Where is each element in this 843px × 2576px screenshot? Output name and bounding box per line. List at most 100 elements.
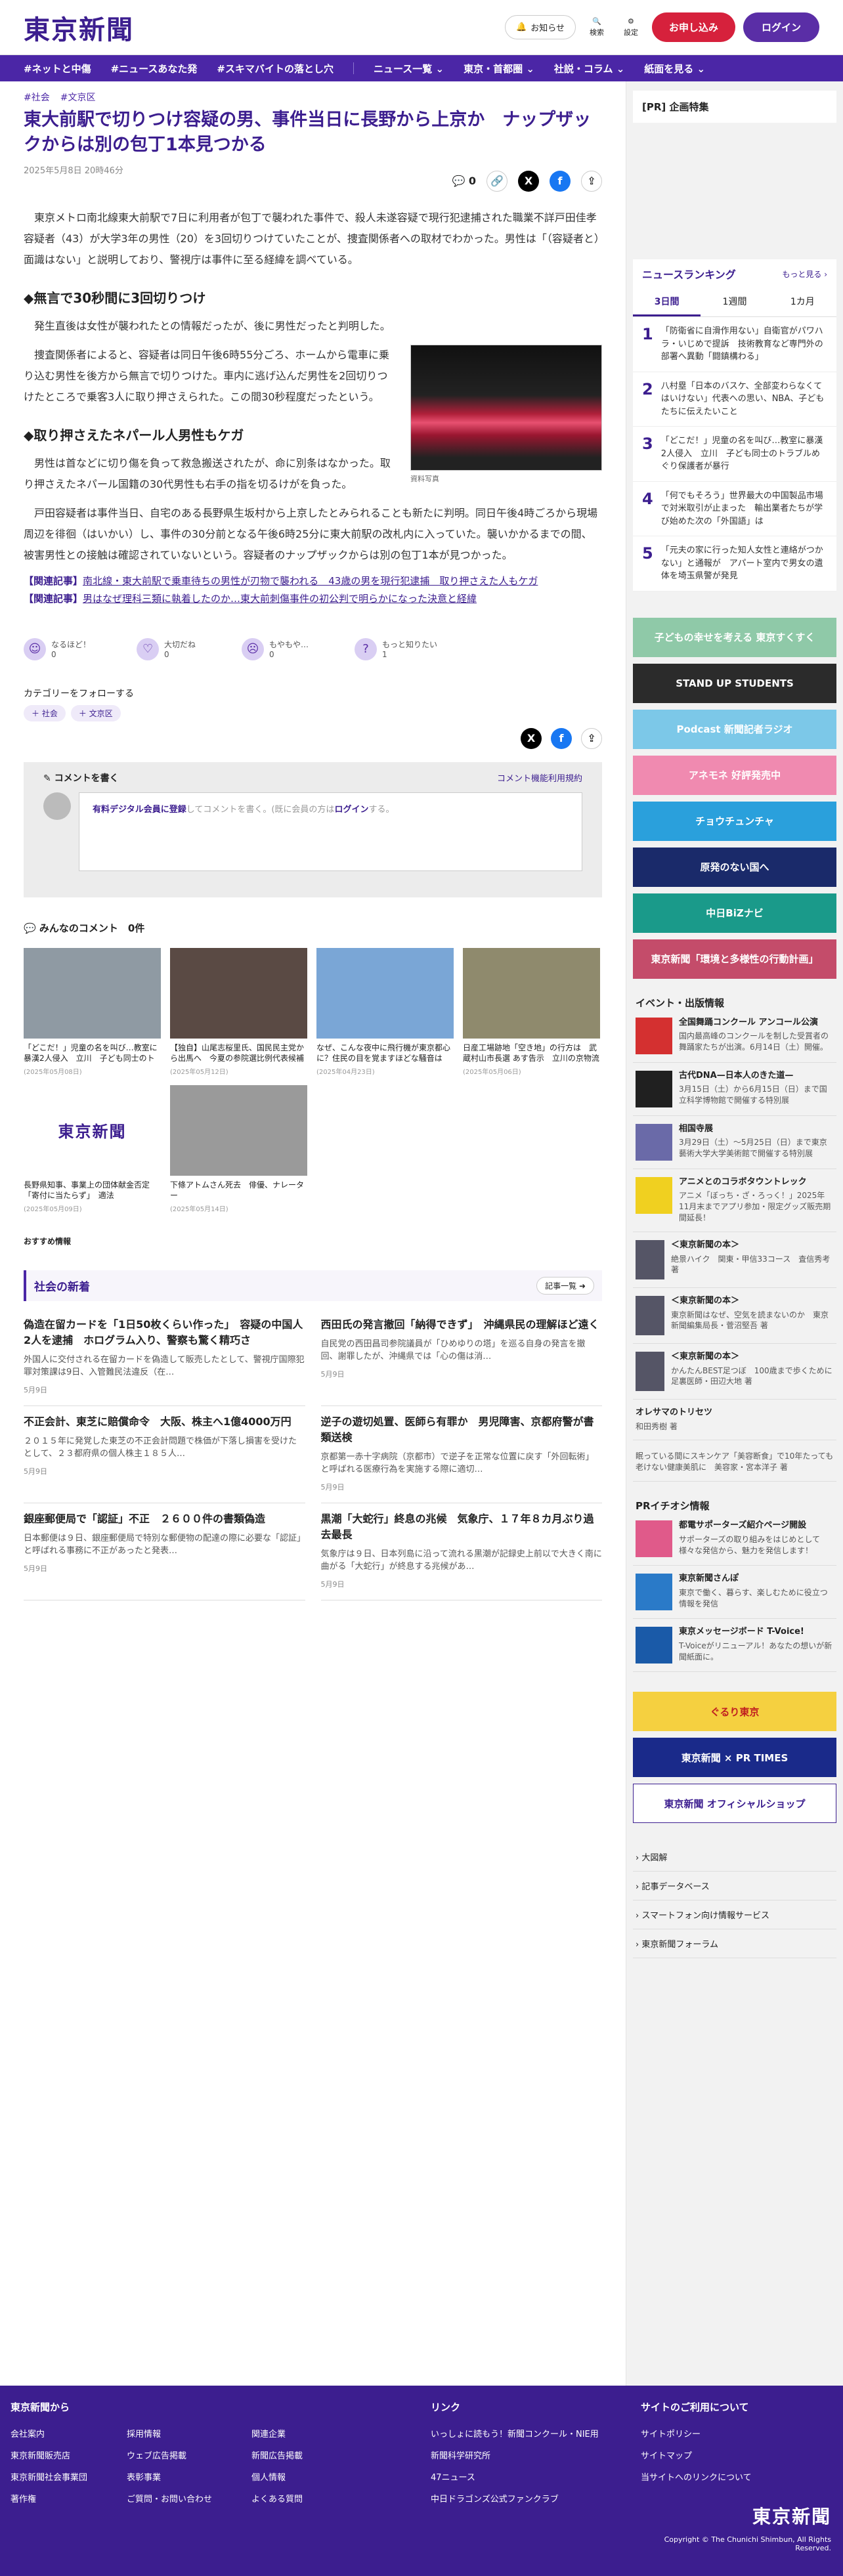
- sidebar-banner[interactable]: チョウチュンチャ: [633, 801, 836, 841]
- book-title[interactable]: 絶景ハイク 関東・甲信33コース 査信秀考 著: [671, 1254, 834, 1276]
- facebook-share-icon[interactable]: f: [551, 727, 572, 749]
- footer-link[interactable]: 表彰事業: [127, 2470, 212, 2483]
- card-title[interactable]: 長野県知事、事業上の団体献金否定「寄付に当たらず」 適法: [24, 1180, 161, 1202]
- footer-link[interactable]: ご質問・お問い合わせ: [127, 2492, 212, 2504]
- comment-terms-link[interactable]: コメント機能利用規約: [497, 771, 582, 784]
- footer-link[interactable]: 東京新聞販売店: [11, 2449, 87, 2461]
- link-icon[interactable]: 🔗: [486, 170, 508, 192]
- rank-title[interactable]: 「防衛省に自滑作用ない」自衛官がパワハラ・いじめで提訴 技術教育など専門外の部署…: [661, 325, 827, 364]
- book-title[interactable]: かんたんBEST足つぼ 100歳まで歩くために 足裏医師・田辺大地 著: [671, 1365, 840, 1388]
- nav-item[interactable]: 社説・コラム ⌄: [554, 62, 624, 75]
- card-image[interactable]: [24, 947, 161, 1039]
- news-list-button[interactable]: 記事一覧 ➜: [536, 1276, 594, 1295]
- related-link[interactable]: 男はなぜ理科三類に執着したのか…東大前刺傷事件の初公判で明らかになった決意と経緯: [83, 593, 477, 605]
- footer-link[interactable]: 著作権: [11, 2492, 87, 2504]
- related-link[interactable]: 南北線・東大前駅で乗車待ちの男性が刃物で襲われる 43歳の男を現行犯逮捕 取り押…: [83, 575, 538, 587]
- card-title[interactable]: なぜ、こんな夜中に飛行機が東京都心に？住民の目を覚ますほどな騒音は「やむを得ず……: [316, 1042, 454, 1065]
- footer-link[interactable]: 中日ドラゴンズ公式ファンクラブ: [431, 2492, 641, 2504]
- follow-chip-bunkyo[interactable]: ＋ 文京区: [70, 704, 121, 721]
- reaction-taisetsu[interactable]: ♡ 大切だね 0: [137, 637, 196, 660]
- ranking-more-link[interactable]: もっと見る ›: [782, 268, 827, 280]
- sidebar-link[interactable]: › 記事データベース: [633, 1872, 836, 1901]
- card-title[interactable]: 【独自】山尾志桜里氏、国民民主党から出馬へ 今夏の参院選比例代表候補に 「政策的…: [170, 1042, 307, 1065]
- news-headline[interactable]: 黒潮「大蛇行」終息の兆候 気象庁、１７年８カ月ぶり過去最長: [321, 1511, 603, 1543]
- news-headline[interactable]: 偽造在留カードを「1日50枚くらい作った」 容疑の中国人2人を逮捕 ホログラム入…: [24, 1317, 305, 1348]
- book-item[interactable]: 眠っている間にスキンケア「美容断食」で10年たっても老けない健康美肌に 美容家・…: [633, 1440, 836, 1482]
- sidebar-banner[interactable]: 子どもの幸せを考える 東京すくすく: [633, 617, 836, 657]
- photo-card[interactable]: 下條アトムさん死去 俳優、ナレーター (2025年05月14日): [170, 1084, 307, 1213]
- rank-title[interactable]: 「どこだ！」児童の名を叫び…教室に暴漢2人侵入 立川 子ども同士のトラブルめぐり…: [661, 435, 827, 473]
- ranking-item[interactable]: 5 「元夫の家に行った知人女性と連絡がつかない」と通報が アパート室内で男女の遺体…: [633, 536, 836, 591]
- tab-1month[interactable]: 1カ月: [769, 288, 836, 316]
- tag-link[interactable]: #社会: [24, 91, 50, 104]
- photo-card[interactable]: 「どこだ！」児童の名を叫び…教室に暴漢2人侵入 立川 子ども同士のトラブルめぐり…: [24, 947, 161, 1076]
- footer-link[interactable]: 47ニュース: [431, 2470, 641, 2483]
- footer-link[interactable]: ウェブ広告掲載: [127, 2449, 212, 2461]
- event-title[interactable]: アニメとのコラボタウントレック: [679, 1177, 834, 1188]
- card-image[interactable]: [170, 947, 307, 1039]
- news-item[interactable]: 偽造在留カードを「1日50枚くらい作った」 容疑の中国人2人を逮捕 ホログラム入…: [24, 1309, 305, 1406]
- photo-card[interactable]: 東京新聞 長野県知事、事業上の団体献金否定「寄付に当たらず」 適法 (2025年05…: [24, 1084, 161, 1213]
- pr-item[interactable]: 東京新聞さんぽ 東京で働く、暮らす、楽しむために役立つ情報を発信: [633, 1566, 836, 1620]
- sidebar-banner[interactable]: アネモネ 好評発売中: [633, 755, 836, 795]
- rank-title[interactable]: 「何でもそろう」世界最大の中国製品市場で対米取引が止まった 輸出業者たちが学び始…: [661, 490, 827, 528]
- footer-link[interactable]: 会社案内: [11, 2427, 87, 2439]
- event-item[interactable]: 相国寺展 3月29日（土）〜5月25日（日）まで東京藝術大学大学美術館で開催する特…: [633, 1116, 836, 1169]
- footer-link[interactable]: 当サイトへのリンクについて: [641, 2470, 831, 2483]
- pr-title[interactable]: 都電サポーターズ紹介ページ開設: [679, 1520, 834, 1532]
- event-title[interactable]: 相国寺展: [679, 1124, 834, 1135]
- sidebar-banner[interactable]: Podcast 新聞記者ラジオ: [633, 709, 836, 749]
- settings-button[interactable]: ⚙ 設定: [618, 17, 644, 37]
- card-image[interactable]: [316, 947, 454, 1039]
- news-item[interactable]: 黒潮「大蛇行」終息の兆候 気象庁、１７年８カ月ぶり過去最長 気象庁は９日、日本列島…: [320, 1503, 603, 1600]
- x-share-icon[interactable]: X: [521, 727, 542, 749]
- footer-link[interactable]: 個人情報: [251, 2470, 303, 2483]
- tab-1week[interactable]: 1週間: [701, 288, 768, 316]
- footer-link[interactable]: 新聞科学研究所: [431, 2449, 641, 2461]
- photo-card[interactable]: 日産工場跡地「空き地」の行方は 武蔵村山市長選 あす告示 立川の京物流大人が所有…: [463, 947, 600, 1076]
- rank-title[interactable]: 八村塁「日本のバスケ、全部変わらなくてはいけない」代表への思い、NBA、子どもた…: [661, 380, 827, 419]
- nav-item[interactable]: ニュース一覧 ⌄: [374, 62, 444, 75]
- news-headline[interactable]: 不正会計、東芝に賠償命令 大阪、株主へ1億4000万円: [24, 1414, 305, 1430]
- pr-item[interactable]: 都電サポーターズ紹介ページ開設 サポーターズの取り組みをはじめとして様々な発信から…: [633, 1513, 836, 1566]
- news-headline[interactable]: 西田氏の発言撤回「納得できず」 沖縄県民の理解ほど遠く: [321, 1317, 603, 1333]
- site-logo[interactable]: 東京新聞: [24, 9, 134, 47]
- news-item[interactable]: 西田氏の発言撤回「納得できず」 沖縄県民の理解ほど遠く 自民党の西田昌司参院議員が…: [320, 1309, 603, 1406]
- apply-button[interactable]: お申し込み: [651, 12, 735, 42]
- nav-item[interactable]: 東京・首都圏 ⌄: [464, 62, 534, 75]
- nav-item[interactable]: #スキマバイトの落とし穴: [217, 62, 334, 75]
- pr-item[interactable]: 東京メッセージボード T-Voice! T-Voiceがリニューアル！あなたの想い…: [633, 1619, 836, 1673]
- sidebar-banner[interactable]: 東京新聞「環境と多様性の行動計画」: [633, 939, 836, 979]
- comment-count[interactable]: 💬 0: [452, 175, 476, 187]
- book-item[interactable]: オレサマのトリセツ 和田秀樹 著: [633, 1400, 836, 1441]
- book-title[interactable]: 東京新聞はなぜ、空気を読まないのか 東京新聞編集局長・菅沼堅吾 著: [671, 1310, 834, 1332]
- facebook-share-icon[interactable]: f: [550, 170, 571, 192]
- card-title[interactable]: 「どこだ！」児童の名を叫び…教室に暴漢2人侵入 立川 子ども同士のトラブルめぐり…: [24, 1042, 161, 1065]
- x-share-icon[interactable]: X: [518, 170, 539, 192]
- tab-3days[interactable]: 3日間: [633, 288, 701, 316]
- footer-link[interactable]: サイトマップ: [641, 2449, 831, 2461]
- footer-link[interactable]: 採用情報: [127, 2427, 212, 2439]
- book-item[interactable]: ＜東京新聞の本＞ かんたんBEST足つぼ 100歳まで歩くために 足裏医師・田辺大…: [633, 1344, 840, 1400]
- follow-chip-society[interactable]: ＋ 社会: [24, 704, 66, 721]
- pr-title[interactable]: 東京新聞さんぽ: [679, 1574, 834, 1585]
- card-title[interactable]: 日産工場跡地「空き地」の行方は 武蔵村山市長選 あす告示 立川の京物流大人が所有…: [463, 1042, 600, 1065]
- card-image[interactable]: [170, 1084, 307, 1176]
- notice-button[interactable]: 🔔 お知らせ: [505, 15, 576, 39]
- pr-title[interactable]: 東京メッセージボード T-Voice!: [679, 1627, 834, 1638]
- ranking-item[interactable]: 3 「どこだ！」児童の名を叫び…教室に暴漢2人侵入 立川 子ども同士のトラブルめぐ…: [633, 427, 836, 482]
- share-icon[interactable]: ⇪: [581, 170, 602, 192]
- card-title[interactable]: 下條アトムさん死去 俳優、ナレーター: [170, 1180, 307, 1202]
- footer-link[interactable]: 新聞広告掲載: [251, 2449, 303, 2461]
- sidebar-banner[interactable]: 東京新聞 オフィシャルショップ: [633, 1784, 836, 1824]
- event-item[interactable]: アニメとのコラボタウントレック アニメ「ぼっち・ざ・ろっく！」2025年11月末ま…: [633, 1169, 836, 1232]
- news-headline[interactable]: 逆子の遊切処置、医師ら有罪か 男児障害、京都府警が書類送検: [321, 1414, 603, 1446]
- rank-title[interactable]: 「元夫の家に行った知人女性と連絡がつかない」と通報が アパート室内で男女の遺体を…: [661, 544, 827, 583]
- book-item[interactable]: ＜東京新聞の本＞ 東京新聞はなぜ、空気を読まないのか 東京新聞編集局長・菅沼堅吾 …: [633, 1288, 836, 1344]
- sidebar-banner[interactable]: 中日BiZナビ: [633, 893, 836, 933]
- news-item[interactable]: 逆子の遊切処置、医師ら有罪か 男児障害、京都府警が書類送検 京都第一赤十字病院（京…: [320, 1406, 603, 1503]
- ranking-item[interactable]: 2 八村塁「日本のバスケ、全部変わらなくてはいけない」代表への思い、NBA、子ども…: [633, 372, 836, 427]
- reaction-motto[interactable]: ? もっと知りたい 1: [355, 637, 437, 660]
- ranking-item[interactable]: 4 「何でもそろう」世界最大の中国製品市場で対米取引が止まった 輸出業者たちが学び…: [633, 482, 836, 536]
- login-button[interactable]: ログイン: [743, 12, 819, 42]
